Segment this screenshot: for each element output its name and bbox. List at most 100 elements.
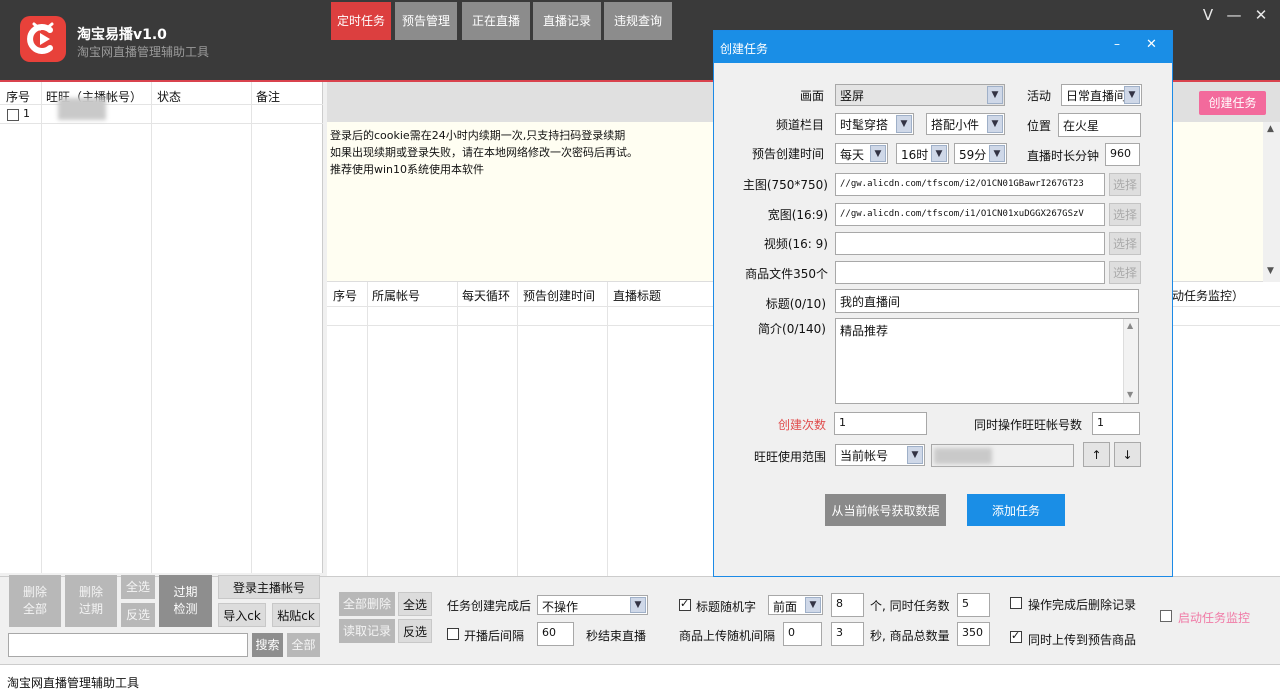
- concurrent-label: 个, 同时任务数: [870, 599, 950, 613]
- create-task-button[interactable]: 创建任务: [1199, 91, 1266, 115]
- day-value: 每天: [840, 148, 865, 162]
- start-monitor-checkbox[interactable]: [1160, 610, 1172, 622]
- random-title-checkbox[interactable]: [679, 597, 691, 611]
- tab-records[interactable]: 直播记录: [533, 2, 601, 40]
- chevron-down-icon: ▼: [987, 115, 1003, 133]
- move-down-button[interactable]: ↓: [1114, 442, 1141, 467]
- title-label: 标题(0/10): [765, 297, 826, 311]
- preview-time-label: 预告创建时间: [751, 147, 824, 161]
- show-all-button[interactable]: 全部: [287, 633, 320, 657]
- delete-all-accounts-button[interactable]: 删除 全部: [9, 575, 61, 627]
- col-header-account: 所属帐号: [372, 289, 421, 303]
- close-icon[interactable]: ✕: [1146, 37, 1157, 52]
- row-num: 1: [23, 107, 30, 120]
- tab-violations[interactable]: 违规查询: [604, 2, 672, 40]
- tab-live[interactable]: 正在直播: [462, 2, 530, 40]
- hour-select[interactable]: 16时 ▼: [896, 143, 949, 164]
- channel-select-2[interactable]: 搭配小件 ▼: [926, 113, 1005, 135]
- dialog-title: 创建任务: [720, 42, 769, 56]
- sync-upload-checkbox[interactable]: [1010, 629, 1022, 643]
- fetch-data-button[interactable]: 从当前帐号获取数据: [825, 494, 946, 526]
- location-input[interactable]: 在火星: [1058, 113, 1141, 137]
- interval-checkbox[interactable]: [447, 628, 459, 640]
- video-label: 视频(16: 9): [763, 237, 828, 251]
- redacted-account: [934, 448, 992, 464]
- invert-tasks-button[interactable]: 反选: [398, 619, 432, 643]
- after-create-select[interactable]: 不操作 ▼: [537, 595, 648, 615]
- duration-label: 直播时长分钟: [1026, 149, 1099, 163]
- concurrent-accounts-input[interactable]: 1: [1092, 412, 1140, 435]
- chevron-down-icon: ▼: [630, 597, 646, 613]
- invert-accounts-button[interactable]: 反选: [121, 603, 155, 627]
- scope-select[interactable]: 当前帐号 ▼: [835, 444, 925, 466]
- total-input[interactable]: 350: [957, 622, 990, 646]
- expire-check-button[interactable]: 过期 检测: [159, 575, 212, 627]
- activity-value: 日常直播间: [1066, 89, 1127, 103]
- interval-label: 开播后间隔: [464, 629, 525, 643]
- day-select[interactable]: 每天 ▼: [835, 143, 888, 164]
- intro-textarea[interactable]: 精品推荐 ▲ ▼: [835, 318, 1139, 404]
- tab-scheduled[interactable]: 定时任务: [331, 2, 391, 40]
- duration-input[interactable]: 960: [1105, 143, 1140, 166]
- minimize-icon[interactable]: –: [1114, 37, 1120, 51]
- upload-max-input[interactable]: 3: [831, 622, 864, 646]
- minute-select[interactable]: 59分 ▼: [954, 143, 1007, 164]
- activity-select[interactable]: 日常直播间 ▼: [1061, 84, 1142, 106]
- minute-value: 59分: [959, 148, 987, 162]
- select-all-accounts-button[interactable]: 全选: [121, 575, 155, 599]
- read-records-button[interactable]: 读取记录: [339, 619, 395, 643]
- interval-input[interactable]: 60: [537, 622, 574, 646]
- tab-preview[interactable]: 预告管理: [395, 2, 457, 40]
- intro-label: 简介(0/140): [758, 322, 826, 336]
- chevron-down-icon: ▼: [870, 145, 886, 162]
- hour-value: 16时: [901, 148, 929, 162]
- wide-img-input[interactable]: //gw.alicdn.com/tfscom/i1/O1CN01xuDGGX26…: [835, 203, 1105, 226]
- move-up-button[interactable]: ↑: [1083, 442, 1110, 467]
- chevron-down-icon[interactable]: V: [1197, 5, 1219, 25]
- channel-label: 频道栏目: [775, 118, 824, 132]
- wide-img-choose-button[interactable]: 选择: [1109, 203, 1141, 226]
- goods-file-label: 商品文件350个: [745, 267, 828, 281]
- add-task-button[interactable]: 添加任务: [967, 494, 1065, 526]
- row-checkbox[interactable]: [7, 109, 19, 121]
- status-bar: 淘宝网直播管理辅助工具: [0, 664, 1280, 700]
- minimize-icon[interactable]: —: [1223, 5, 1245, 25]
- select-all-tasks-button[interactable]: 全选: [398, 592, 432, 616]
- video-input[interactable]: [835, 232, 1105, 255]
- app-logo-icon: [20, 16, 66, 62]
- account-search-input[interactable]: [8, 633, 248, 657]
- close-icon[interactable]: ✕: [1250, 5, 1272, 25]
- main-img-choose-button[interactable]: 选择: [1109, 173, 1141, 196]
- import-ck-button[interactable]: 导入ck: [218, 603, 266, 627]
- channel-value-2: 搭配小件: [931, 118, 980, 132]
- chevron-down-icon: ▼: [931, 145, 947, 162]
- notice-line: 推荐使用win10系统使用本软件: [330, 163, 485, 176]
- activity-label: 活动: [1026, 89, 1051, 103]
- random-count-input[interactable]: 8: [831, 593, 864, 617]
- title-input[interactable]: 我的直播间: [835, 289, 1139, 313]
- after-create-label: 任务创建完成后: [447, 599, 532, 613]
- search-button[interactable]: 搜索: [252, 633, 283, 657]
- random-pos-select[interactable]: 前面 ▼: [768, 595, 823, 615]
- scrollbar[interactable]: ▲ ▼: [1263, 122, 1280, 282]
- create-count-input[interactable]: 1: [834, 412, 927, 435]
- channel-value-1: 时髦穿搭: [840, 118, 889, 132]
- location-label: 位置: [1026, 119, 1051, 133]
- upload-min-input[interactable]: 0: [783, 622, 822, 646]
- video-choose-button[interactable]: 选择: [1109, 232, 1141, 255]
- screen-select[interactable]: 竖屏 ▼: [835, 84, 1005, 106]
- delete-all-tasks-button[interactable]: 全部删除: [339, 592, 395, 616]
- main-img-input[interactable]: //gw.alicdn.com/tfscom/i2/O1CN01GBawrI26…: [835, 173, 1105, 196]
- login-anchor-button[interactable]: 登录主播帐号: [218, 575, 320, 599]
- random-pos-value: 前面: [773, 600, 798, 614]
- delete-after-checkbox[interactable]: [1010, 597, 1022, 609]
- scrollbar[interactable]: ▲ ▼: [1123, 319, 1138, 403]
- delete-expired-button[interactable]: 删除 过期: [65, 575, 117, 627]
- goods-file-input[interactable]: [835, 261, 1105, 284]
- create-count-label: 创建次数: [777, 418, 826, 432]
- channel-select-1[interactable]: 时髦穿搭 ▼: [835, 113, 914, 135]
- goods-choose-button[interactable]: 选择: [1109, 261, 1141, 284]
- paste-ck-button[interactable]: 粘贴ck: [272, 603, 320, 627]
- concurrent-input[interactable]: 5: [957, 593, 990, 617]
- chevron-down-icon: ▼: [805, 597, 821, 613]
